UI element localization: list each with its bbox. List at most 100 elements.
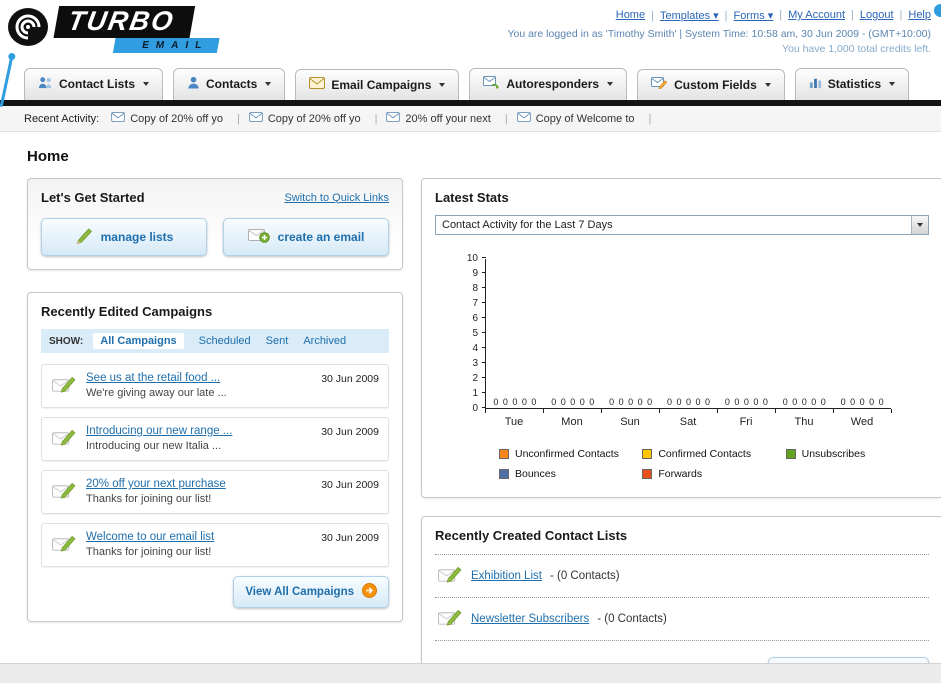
recent-contact-lists-panel: Recently Created Contact Lists Exhibitio… [421,516,941,683]
campaign-filter[interactable]: All Campaigns [93,333,184,349]
campaign-filter[interactable]: Sent [266,335,289,347]
edge-dot [934,4,941,17]
view-all-campaigns-label: View All Campaigns [245,586,354,598]
recent-activity-label: Recent Activity: [24,112,100,125]
right-column: Latest Stats Contact Activity for the La… [421,178,941,683]
envelope-icon [516,112,531,125]
contact-list-detail: - (0 Contacts) [549,570,620,582]
campaign-row[interactable]: See us at the retail food ... We're givi… [41,364,389,408]
contact-activity-chart: 0 1 2 3 4 5 6 7 8 9 10 0 0 0 0 00 0 0 0 00 0 0 0 0… [461,254,929,414]
chart-zero-values: 0 0 0 0 0 [493,397,537,407]
chart-x-label: Thu [794,416,814,428]
chart-zero-values: 0 0 0 0 0 [782,397,826,407]
legend-swatch [642,449,653,459]
chart-y-label: 8 [472,283,478,294]
chart-y-label: 5 [472,328,478,339]
recent-activity-item[interactable]: Copy of 20% off yo [248,112,387,125]
contact-list-link[interactable]: Exhibition List [471,570,542,582]
campaign-row[interactable]: Introducing our new range ... Introducin… [41,417,389,461]
footer [0,663,941,683]
stats-range-value: Contact Activity for the Last 7 Days [442,219,613,231]
pencil-icon [75,227,93,247]
legend-item: Forwards [642,468,785,480]
campaign-list: See us at the retail food ... We're givi… [41,364,389,567]
create-email-button[interactable]: create an email [223,218,389,256]
chevron-down-icon [265,82,272,86]
recent-activity-item[interactable]: Copy of Welcome to [516,112,661,125]
recent-activity-item[interactable]: 20% off your next [386,112,516,125]
chart-y-label: 7 [472,298,478,309]
chart-x-label: Mon [561,416,583,428]
chevron-down-icon [607,82,614,86]
show-label: SHOW: [49,335,84,347]
campaign-title-link[interactable]: Introducing our new range ... [86,425,232,437]
legend-label: Unsubscribes [801,448,866,460]
chart-y-label: 1 [472,388,478,399]
campaign-date: 30 Jun 2009 [321,479,379,491]
email-campaigns-icon [309,77,326,92]
campaign-title-link[interactable]: Welcome to our email list [86,531,214,543]
envelope-pencil-icon [51,427,77,453]
campaign-title-link[interactable]: 20% off your next purchase [86,478,226,490]
top-link[interactable]: Help [894,9,931,22]
nav-tab-label: Contact Lists [59,77,136,91]
nav-tab[interactable]: Custom Fields [637,69,785,100]
envelope-icon [386,112,401,125]
top-link[interactable]: My Account [773,9,845,22]
campaign-filter[interactable]: Archived [303,335,346,347]
chevron-down-icon [439,82,446,87]
top-link[interactable]: Templates ▾ [645,9,719,22]
chart-zero-values: 0 0 0 0 0 [551,397,595,407]
nav-tab[interactable]: Statistics [794,68,910,100]
legend-swatch [642,469,653,479]
arrow-circle-icon [362,583,377,601]
nav-tab[interactable]: Autoresponders [469,68,628,100]
contact-lists-title: Recently Created Contact Lists [435,528,628,543]
envelope-plus-icon [247,228,270,246]
envelope-icon [248,112,263,125]
top-link[interactable]: Forms ▾ [719,9,774,22]
logo-sub: EMAIL [112,38,220,53]
legend-label: Forwards [658,468,703,480]
campaign-subtitle: Thanks for joining our list! [86,493,212,505]
stats-range-select[interactable]: Contact Activity for the Last 7 Days [435,215,929,235]
chart-y-ticks [482,257,486,408]
chart-y-label: 10 [466,253,478,264]
campaign-filter[interactable]: Scheduled [199,335,251,347]
create-email-label: create an email [277,230,365,244]
manage-lists-button[interactable]: manage lists [41,218,207,256]
login-info: You are logged in as 'Timothy Smith' | S… [507,28,931,40]
top-links: HomeTemplates ▾Forms ▾My AccountLogoutHe… [507,9,931,22]
chart-legend: Unconfirmed Contacts Confirmed Contacts … [499,448,929,480]
recent-activity-item[interactable]: Copy of 20% off yo [111,112,249,125]
recent-campaigns-panel: Recently Edited Campaigns SHOW: All Camp… [27,292,403,622]
legend-item: Bounces [499,468,642,480]
legend-item: Unconfirmed Contacts [499,448,642,460]
nav-tab[interactable]: Contacts [173,68,286,100]
view-all-campaigns-button[interactable]: View All Campaigns [233,576,389,608]
contact-list-item[interactable]: Newsletter Subscribers - (0 Contacts) [435,598,929,641]
contact-list-item[interactable]: Exhibition List - (0 Contacts) [435,555,929,598]
latest-stats-panel: Latest Stats Contact Activity for the La… [421,178,941,498]
switch-quick-links-link[interactable]: Switch to Quick Links [284,192,389,204]
campaign-date: 30 Jun 2009 [321,426,379,438]
recent-activity-item-label: Copy of 20% off yo [130,112,223,125]
campaign-row[interactable]: Welcome to our email list Thanks for joi… [41,523,389,567]
campaign-row[interactable]: 20% off your next purchase Thanks for jo… [41,470,389,514]
campaign-filter-bar: SHOW: All Campaigns Scheduled Sent Archived [41,329,389,353]
nav-tab-label: Custom Fields [674,77,757,92]
chart-zero-values: 0 0 0 0 0 [724,397,768,407]
chart-y-label: 2 [472,373,478,384]
top-link[interactable]: Home [616,9,645,22]
nav-tab[interactable]: Email Campaigns [295,69,460,100]
chart-y-label: 3 [472,358,478,369]
top-link[interactable]: Logout [845,9,894,22]
legend-label: Bounces [515,468,556,480]
legend-swatch [785,449,796,459]
manage-lists-label: manage lists [100,230,174,244]
campaign-title-link[interactable]: See us at the retail food ... [86,372,227,384]
nav-tab[interactable]: Contact Lists [24,68,164,100]
nav-tab-label: Statistics [827,77,882,91]
contacts-icon [187,76,200,92]
contact-list-link[interactable]: Newsletter Subscribers [471,613,589,625]
